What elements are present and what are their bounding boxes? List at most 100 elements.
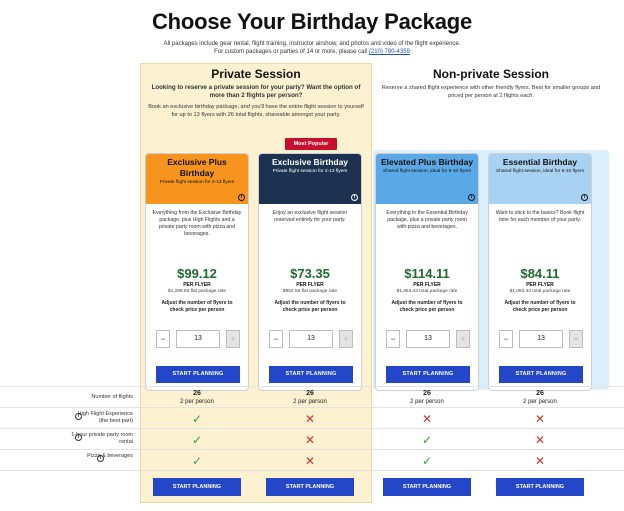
check-icon: ✓ [191,433,203,447]
card-price: $99.12 [177,266,217,281]
row-divider [0,407,624,408]
card-header: Exclusive Birthday Private flight sessio… [259,154,361,204]
flights-cell: 26 2 per person [258,390,362,406]
card-per-flyer: PER FLYER [183,282,211,288]
quantity-stepper: − 13 + [156,330,240,348]
card-description: Enjoy an exclusive flight session reserv… [272,210,348,223]
start-planning-button[interactable]: START PLANNING [386,366,470,383]
flights-cell: 26 2 per person [145,390,249,406]
flights-count: 26 [423,390,431,397]
package-card: Exclusive Birthday Private flight sessio… [258,153,362,391]
card-package-rate: $1,288.55 flat package rate [167,289,227,294]
start-planning-button[interactable]: START PLANNING [499,366,583,383]
package-card: Elevated Plus Birthday Shared flight ses… [375,153,479,391]
quantity-input[interactable]: 13 [406,330,450,348]
decrease-button[interactable]: − [499,330,513,348]
private-lead-text: Looking to reserve a private session for… [151,84,361,99]
private-section-lead: Looking to reserve a private session for… [146,84,366,100]
info-icon[interactable]: i [581,194,588,201]
flights-count: 26 [193,390,201,397]
card-price: $84.11 [520,266,560,281]
quantity-stepper: − 13 + [499,330,583,348]
intro-contact-text: For custom packages or parties of 14 or … [214,49,369,55]
increase-button[interactable]: + [569,330,583,348]
increase-button[interactable]: + [226,330,240,348]
card-package-rate: $953.55 flat package rate [282,289,338,294]
info-icon[interactable]: i [238,194,245,201]
card-per-flyer: PER FLYER [526,282,554,288]
quantity-stepper: − 13 + [386,330,470,348]
increase-button[interactable]: + [456,330,470,348]
row-divider [0,386,624,387]
start-planning-button[interactable]: START PLANNING [269,366,353,383]
info-icon[interactable]: i [75,413,82,420]
card-subtitle: Shared flight session, ideal for 6-10 fl… [496,169,584,174]
card-per-flyer: PER FLYER [413,282,441,288]
check-icon: ✓ [191,454,203,468]
info-icon[interactable]: i [75,434,82,441]
feature-label: 1-hour private party room rental [71,432,133,445]
flights-count: 26 [306,390,314,397]
card-header: Elevated Plus Birthday Shared flight ses… [376,154,478,204]
most-popular-badge: Most Popular [285,138,337,150]
cross-icon: ✕ [534,412,546,426]
card-name: Elevated Plus Birthday [380,157,474,167]
flights-per-person: 2 per person [180,399,214,405]
nonprivate-section-title: Non-private Session [432,67,550,81]
card-price: $73.35 [290,266,330,281]
card-header: Exclusive Plus Birthday Private flight s… [146,154,248,204]
start-planning-button[interactable]: START PLANNING [383,478,471,496]
flights-per-person: 2 per person [410,399,444,405]
card-subtitle: Private flight session for 2-13 flyers [159,180,235,185]
feature-label-flights: Number of flights [91,394,133,400]
cross-icon: ✕ [304,412,316,426]
start-planning-button[interactable]: START PLANNING [156,366,240,383]
card-name: Exclusive Birthday [271,157,349,167]
card-name: Exclusive Plus Birthday [167,157,227,178]
decrease-button[interactable]: − [386,330,400,348]
card-subtitle: Shared flight session, ideal for 6-10 fl… [383,169,471,174]
package-card: Essential Birthday Shared flight session… [488,153,592,391]
intro-contact: For custom packages or parties of 14 or … [0,49,624,55]
decrease-button[interactable]: − [269,330,283,348]
info-icon[interactable]: i [351,194,358,201]
flights-per-person: 2 per person [293,399,327,405]
check-icon: ✓ [421,433,433,447]
quantity-input[interactable]: 13 [176,330,220,348]
cross-icon: ✕ [421,412,433,426]
card-per-flyer: PER FLYER [296,282,324,288]
info-icon[interactable]: i [468,194,475,201]
intro-text: All packages include gear rental, flight… [163,41,461,47]
card-adjust-note: Adjust the number of flyers to check pri… [161,300,233,313]
card-adjust-note: Adjust the number of flyers to check pri… [391,300,463,313]
card-description: Everything from the Exclusive Birthday p… [152,210,242,237]
nonprivate-section-desc: Reserve a shared flight experience with … [381,85,601,99]
card-description: Everything in the Essential Birthday pac… [386,210,468,230]
flights-per-person: 2 per person [523,399,557,405]
flights-cell: 26 2 per person [375,390,479,406]
row-divider [0,470,624,471]
phone-link[interactable]: (210) 780-4359 [369,49,410,55]
row-divider [0,449,624,450]
private-section-desc: Book an exclusive birthday package, and … [148,104,364,118]
start-planning-button[interactable]: START PLANNING [496,478,584,496]
start-planning-button[interactable]: START PLANNING [153,478,241,496]
package-card: Exclusive Plus Birthday Private flight s… [145,153,249,391]
cross-icon: ✕ [304,454,316,468]
quantity-stepper: − 13 + [269,330,353,348]
card-package-rate: $1,483.43 total package rate [396,289,458,294]
start-planning-button[interactable]: START PLANNING [266,478,354,496]
check-icon: ✓ [421,454,433,468]
decrease-button[interactable]: − [156,330,170,348]
flights-count: 26 [536,390,544,397]
info-icon[interactable]: i [97,455,104,462]
cross-icon: ✕ [304,433,316,447]
row-divider [0,428,624,429]
increase-button[interactable]: + [339,330,353,348]
check-icon: ✓ [191,412,203,426]
quantity-input[interactable]: 13 [519,330,563,348]
quantity-input[interactable]: 13 [289,330,333,348]
private-section-title: Private Session [211,67,301,81]
feature-label: High Flight Experience (the best part) [77,411,133,424]
cross-icon: ✕ [534,433,546,447]
